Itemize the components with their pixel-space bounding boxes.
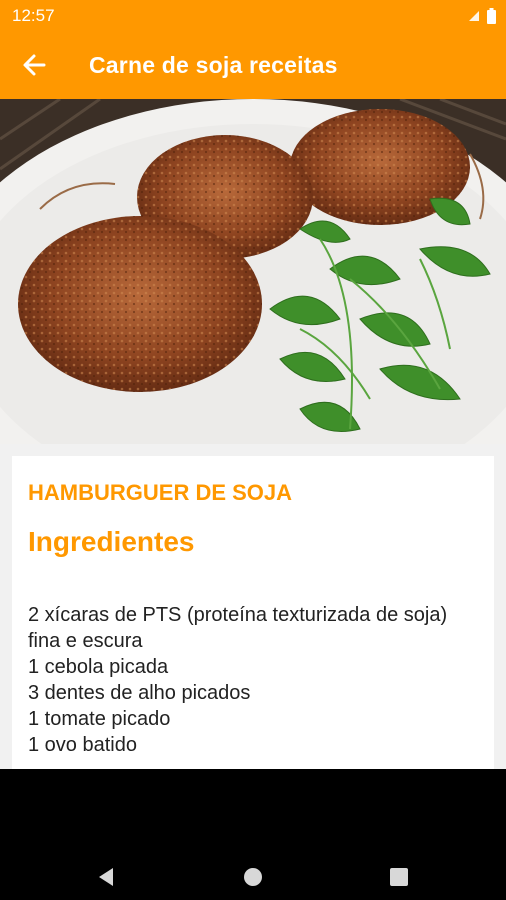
ingredient-item: 3 dentes de alho picados bbox=[28, 682, 251, 704]
recipe-content[interactable]: HAMBURGUER DE SOJA Ingredientes 2 xícara… bbox=[0, 444, 506, 769]
wifi-icon bbox=[469, 11, 479, 21]
nav-back-button[interactable] bbox=[86, 857, 126, 897]
ingredient-item: 1 ovo batido bbox=[28, 734, 137, 756]
recipe-title: HAMBURGUER DE SOJA bbox=[28, 480, 293, 505]
app-title: Carne de soja receitas bbox=[89, 52, 338, 78]
back-triangle-icon bbox=[99, 868, 113, 886]
ingredient-item: 1 tomate picado bbox=[28, 708, 171, 730]
status-bar: 12:57 bbox=[0, 0, 506, 32]
battery-icon bbox=[487, 8, 496, 24]
home-circle-icon bbox=[244, 868, 262, 886]
app-bar: Carne de soja receitas bbox=[0, 32, 506, 99]
recents-square-icon bbox=[390, 868, 408, 886]
recipe-photo bbox=[0, 99, 506, 444]
nav-home-button[interactable] bbox=[233, 857, 273, 897]
ingredients-list: 2 xícaras de PTS (proteína texturizada d… bbox=[28, 602, 468, 758]
recipe-card: HAMBURGUER DE SOJA Ingredientes 2 xícara… bbox=[12, 456, 494, 769]
arrow-left-icon bbox=[23, 54, 46, 76]
nav-recents-button[interactable] bbox=[379, 857, 419, 897]
system-nav-bar bbox=[0, 769, 506, 900]
back-button[interactable] bbox=[14, 44, 56, 86]
ingredient-item: 2 xícaras de PTS (proteína texturizada d… bbox=[28, 604, 448, 652]
food-photo bbox=[0, 99, 506, 444]
ingredient-item: 1 cebola picada bbox=[28, 656, 169, 678]
status-icons bbox=[469, 8, 496, 24]
ingredients-heading: Ingredientes bbox=[28, 526, 195, 557]
status-time: 12:57 bbox=[12, 6, 55, 25]
